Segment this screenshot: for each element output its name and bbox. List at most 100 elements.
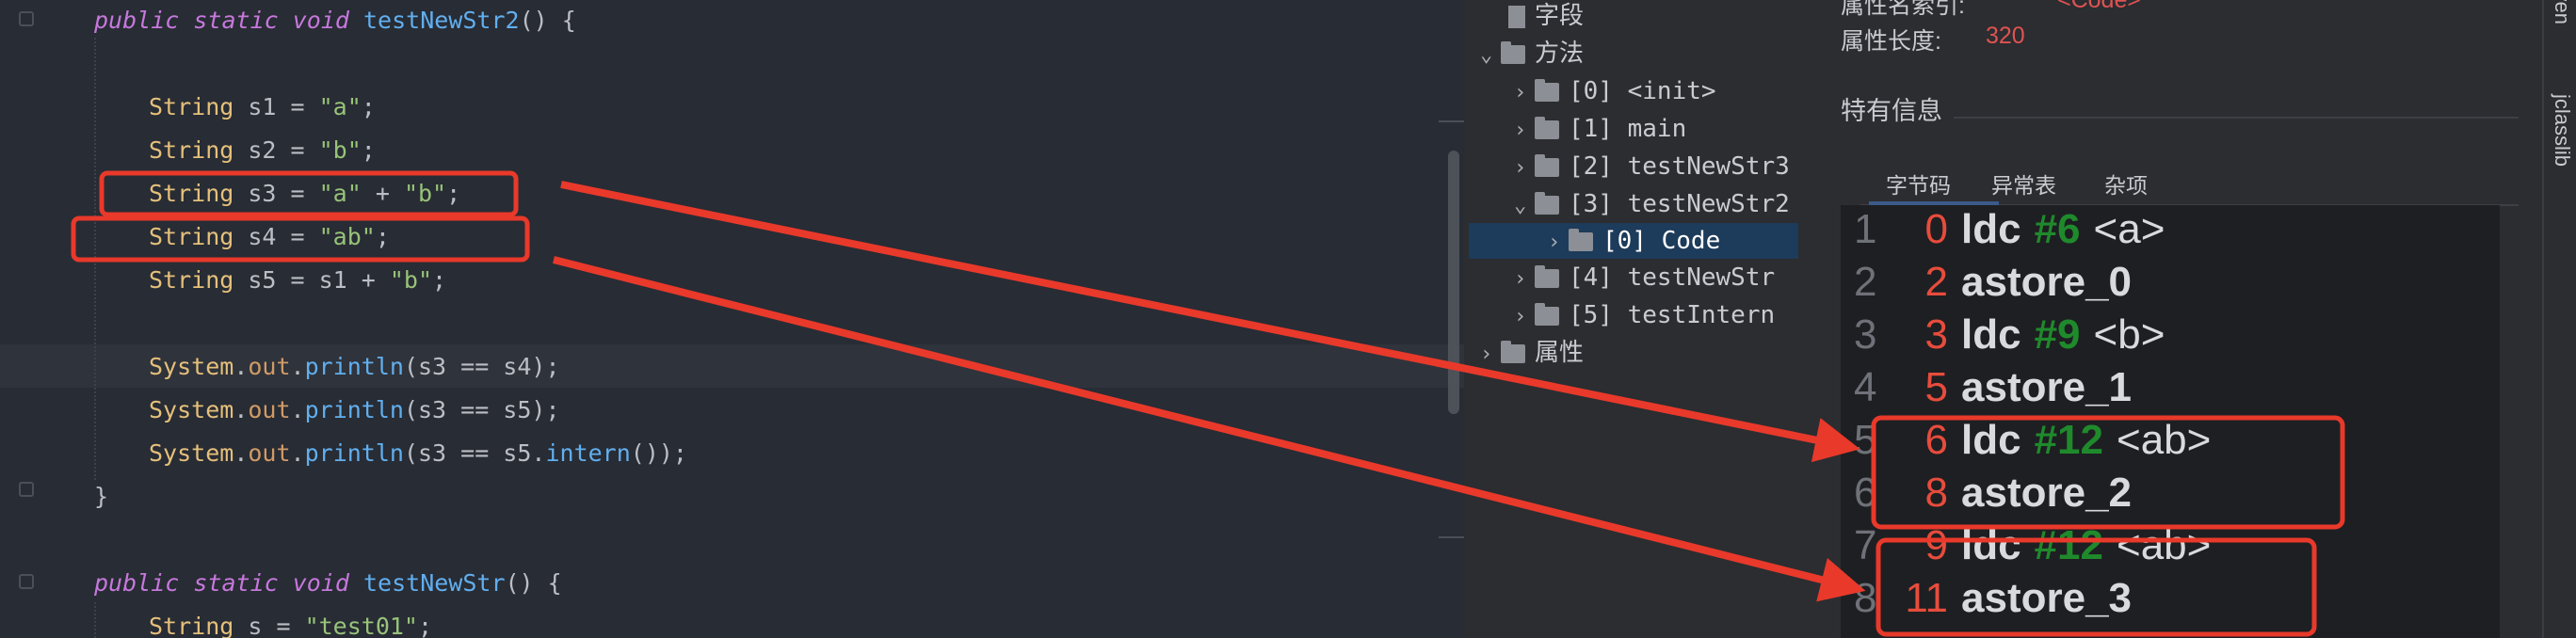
bytecode-view[interactable]: 1 0 ldc #6 <a> 2 2 astore_0 3 3 ldc #9 <b> 4 5 astore_1… xyxy=(1841,205,2500,638)
code-token: String xyxy=(149,93,249,120)
code-line[interactable]: public static void testNewStr2() { xyxy=(94,0,576,42)
attr-name-index-value[interactable]: <Code> xyxy=(2057,0,2141,14)
bytecode-line: 1 xyxy=(1854,206,1877,252)
code-line[interactable]: String s3 = "a" + "b"; xyxy=(149,172,460,215)
tree-node-label: [4] testNewStr xyxy=(1569,263,1776,292)
chevron-right-icon[interactable]: › xyxy=(1548,225,1569,261)
indent-guide xyxy=(94,38,96,480)
code-token: ; xyxy=(418,613,433,638)
code-token: System xyxy=(149,396,234,423)
code-token: String xyxy=(149,136,249,164)
code-line[interactable]: String s = "test01"; xyxy=(149,605,432,638)
chevron-right-icon[interactable]: › xyxy=(1514,151,1535,186)
folder-icon xyxy=(1535,78,1559,102)
bytecode-offset: 2 xyxy=(1924,259,1948,305)
chevron-right-icon[interactable]: › xyxy=(1514,299,1535,335)
tree-item-method-4[interactable]: › [4] testNewStr xyxy=(1514,260,1775,295)
tree-node-label: 字段 xyxy=(1535,2,1585,30)
bytecode-row[interactable]: 8 11 astore_3 xyxy=(1841,572,2145,625)
code-token: + xyxy=(361,180,404,207)
bytecode-row[interactable]: 6 8 astore_2 xyxy=(1841,467,2145,519)
bytecode-ref: #6 xyxy=(2034,206,2081,252)
attr-length-value: 320 xyxy=(1986,23,2025,49)
code-token: s2 = xyxy=(248,136,319,164)
tab-exception-table[interactable]: 异常表 xyxy=(1991,167,2056,199)
tree-item-attributes[interactable]: › 属性 xyxy=(1480,335,1584,371)
code-line[interactable]: String s2 = "b"; xyxy=(149,129,376,172)
tree-item-code[interactable]: › [0] Code xyxy=(1548,223,1720,259)
chevron-right-icon[interactable]: › xyxy=(1514,262,1535,297)
chevron-right-icon[interactable]: › xyxy=(1514,113,1535,149)
code-line[interactable]: String s5 = s1 + "b"; xyxy=(149,259,446,302)
code-token: (s3 == s5); xyxy=(403,396,560,423)
code-token: ()); xyxy=(630,439,687,467)
tree-item-method-3[interactable]: ⌄ [3] testNewStr2 xyxy=(1514,186,1790,222)
folder-icon xyxy=(1569,228,1593,251)
bytecode-arg: <b> xyxy=(2093,311,2165,358)
tab-misc[interactable]: 杂项 xyxy=(2104,167,2148,199)
chevron-down-icon[interactable]: ⌄ xyxy=(1480,38,1501,73)
code-token: . xyxy=(290,396,305,423)
chevron-right-icon[interactable]: › xyxy=(1514,75,1535,111)
bytecode-ref: #12 xyxy=(2034,522,2103,568)
bytecode-row[interactable]: 4 5 astore_1 xyxy=(1841,361,2145,414)
folder-icon xyxy=(1501,40,1525,64)
code-line[interactable]: String s4 = "ab"; xyxy=(149,215,390,259)
fold-marker-icon[interactable] xyxy=(19,482,34,497)
code-line[interactable]: System.out.println(s3 == s4); xyxy=(149,345,560,389)
code-line[interactable]: public static void testNewStr() { xyxy=(94,562,562,605)
bytecode-row[interactable]: 3 3 ldc #9 <b> xyxy=(1841,309,2165,361)
editor-scrollbar[interactable] xyxy=(1448,151,1459,414)
code-token: System xyxy=(149,353,234,380)
bytecode-arg: <ab> xyxy=(2117,417,2212,463)
code-line[interactable]: System.out.println(s3 == s5.intern()); xyxy=(149,432,687,475)
code-token: String xyxy=(149,613,249,638)
maven-side-tab[interactable]: Maven xyxy=(2550,0,2574,24)
folder-icon xyxy=(1535,153,1559,177)
code-token: () { xyxy=(505,569,562,597)
bytecode-row[interactable]: 7 9 ldc #12 <ab> xyxy=(1841,519,2211,572)
jclasslib-side-tab[interactable]: jclasslib xyxy=(2550,94,2574,167)
code-token: (s3 == s4); xyxy=(403,353,560,380)
code-editor[interactable]: public static void testNewStr2() { String… xyxy=(0,0,1464,638)
bytecode-offset: 6 xyxy=(1924,417,1948,463)
bytecode-ref: #12 xyxy=(2034,417,2103,463)
code-line[interactable]: } xyxy=(94,475,108,518)
code-token: println xyxy=(304,396,404,423)
bytecode-row[interactable]: 1 0 ldc #6 <a> xyxy=(1841,203,2165,256)
bytecode-arg: <ab> xyxy=(2117,522,2212,568)
chevron-down-icon[interactable]: ⌄ xyxy=(1514,188,1535,224)
code-line[interactable]: String s1 = "a"; xyxy=(149,86,376,129)
fold-marker-icon[interactable] xyxy=(19,11,34,26)
code-token: ; xyxy=(361,136,376,164)
code-token: s3 = xyxy=(248,180,319,207)
bytecode-line: 4 xyxy=(1854,364,1877,410)
tree-item-method-0[interactable]: › [0] <init> xyxy=(1514,73,1716,109)
code-token: "a" xyxy=(318,180,362,207)
code-line[interactable]: System.out.println(s3 == s5); xyxy=(149,389,560,432)
tree-item-method-1[interactable]: › [1] main xyxy=(1514,111,1686,147)
fold-marker-icon[interactable] xyxy=(19,574,34,589)
tree-item-fields[interactable]: 字段 xyxy=(1488,0,1584,34)
bytecode-op: ldc xyxy=(1961,522,2021,568)
bytecode-line: 5 xyxy=(1854,417,1877,463)
code-token: out xyxy=(248,396,291,423)
editor-gutter xyxy=(0,0,56,638)
tab-bytecode[interactable]: 字节码 xyxy=(1886,167,1951,199)
folder-icon xyxy=(1535,302,1559,326)
bytecode-row[interactable]: 5 6 ldc #12 <ab> xyxy=(1841,414,2211,467)
scroll-marker xyxy=(1439,120,1467,122)
code-token: . xyxy=(233,353,249,380)
tree-item-method-5[interactable]: › [5] testIntern xyxy=(1514,297,1775,333)
code-token: ; xyxy=(432,266,447,294)
tree-item-method-2[interactable]: › [2] testNewStr3 xyxy=(1514,149,1790,184)
code-token: String xyxy=(149,180,249,207)
tree-item-methods[interactable]: ⌄ 方法 xyxy=(1480,36,1584,72)
code-token: public static void xyxy=(94,569,363,597)
code-token: } xyxy=(94,483,109,510)
chevron-right-icon[interactable]: › xyxy=(1480,337,1501,373)
section-divider xyxy=(1954,117,2519,119)
bytecode-row[interactable]: 2 2 astore_0 xyxy=(1841,256,2145,309)
code-token: s = xyxy=(248,613,305,638)
bytecode-line: 7 xyxy=(1854,522,1877,568)
